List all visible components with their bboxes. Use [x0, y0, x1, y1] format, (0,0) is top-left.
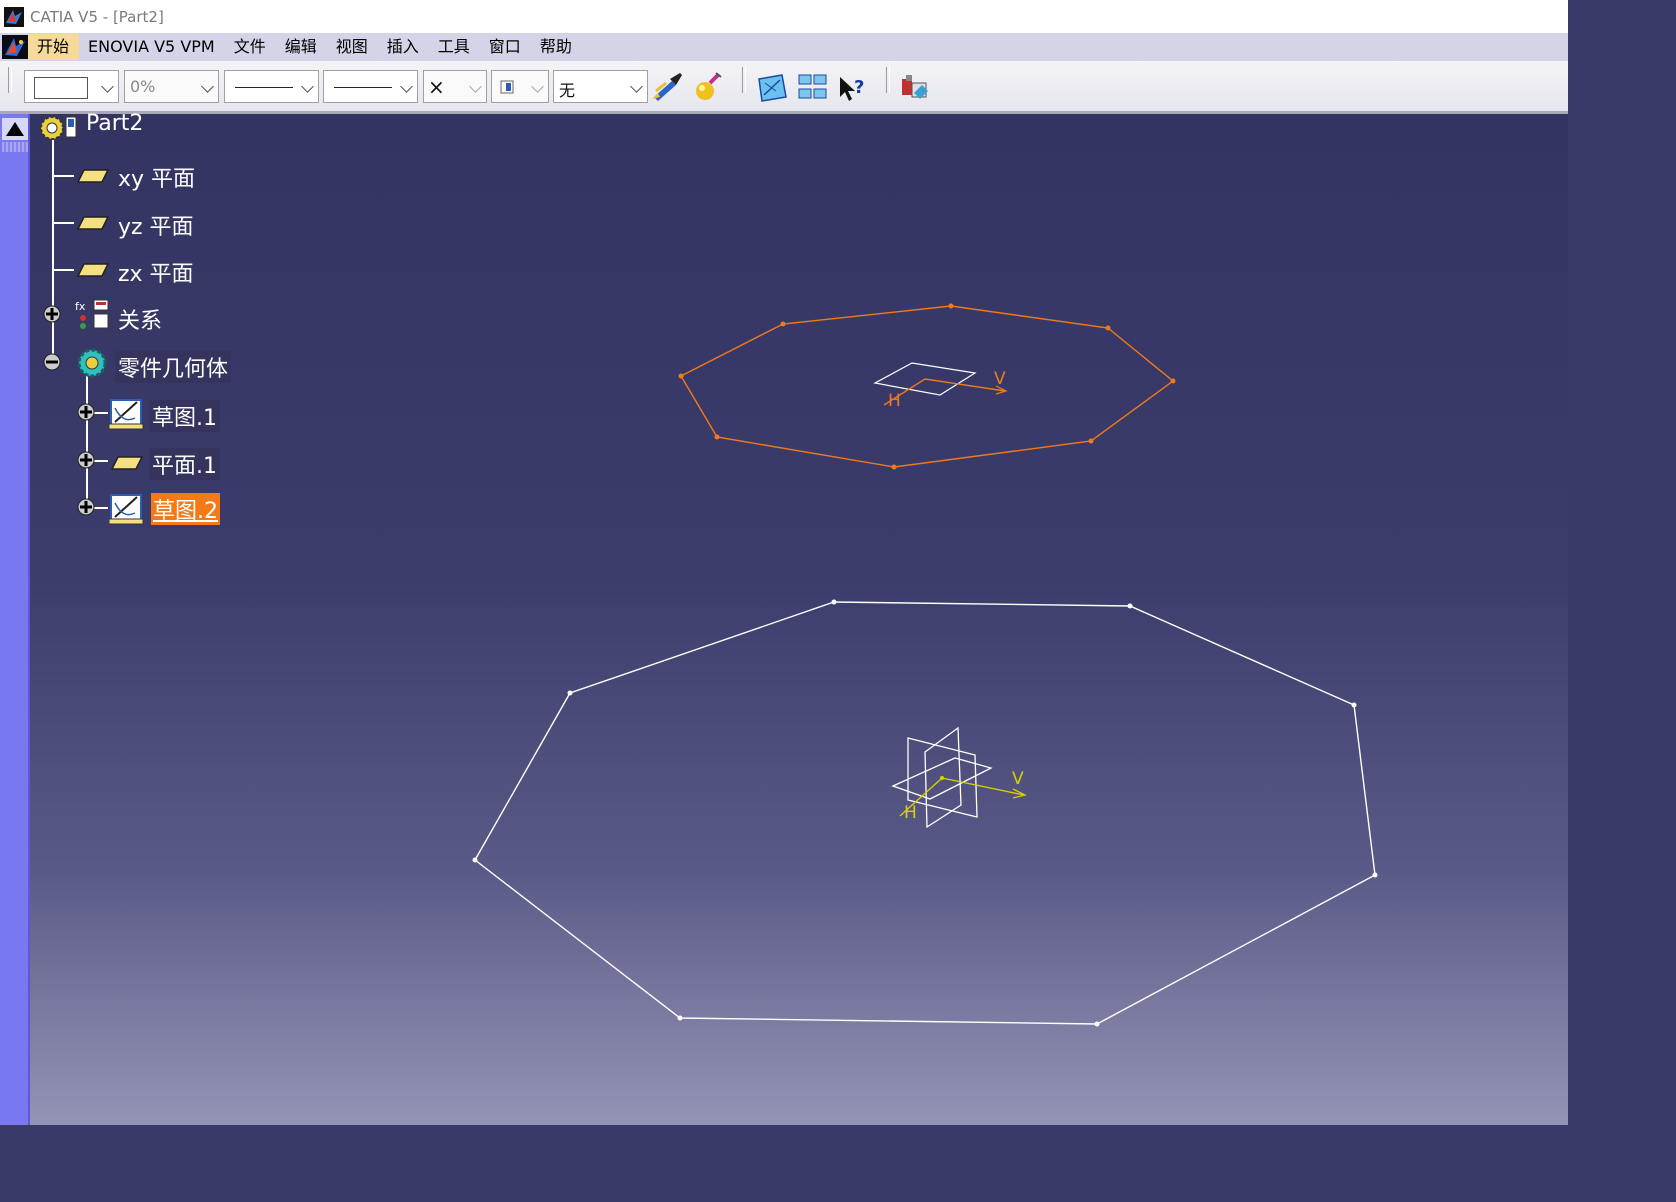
sketch-1-polygon[interactable]	[472, 599, 1378, 1027]
axis-label-h-2: H	[904, 803, 917, 823]
geometry-layer: V H V H	[472, 303, 1378, 1027]
tree-connector	[52, 175, 74, 177]
axis-label-v-2: V	[1012, 769, 1024, 789]
axis-label-h: H	[888, 391, 901, 411]
expand-plus-icon[interactable]	[77, 451, 95, 469]
sketch-2-axis: V H	[873, 362, 1008, 411]
sketch-icon[interactable]	[109, 396, 145, 430]
tree-item-plane-1[interactable]: 平面.1	[149, 448, 220, 480]
tree-item-zx-plane[interactable]: zx 平面	[118, 256, 194, 288]
tree-item-relations[interactable]: 关系	[118, 303, 162, 335]
tree-item-xy-plane[interactable]: xy 平面	[118, 161, 195, 193]
sketch-icon[interactable]	[109, 491, 145, 525]
part-body-icon[interactable]	[74, 346, 112, 380]
expand-plus-icon[interactable]	[43, 305, 61, 323]
plane-icon[interactable]	[110, 453, 146, 473]
svg-text:fx: fx	[75, 300, 86, 313]
plane-icon[interactable]	[76, 260, 112, 280]
tree-connector	[86, 375, 88, 509]
tree-item-sketch-2[interactable]: 草图.2	[151, 493, 220, 525]
collapse-minus-icon[interactable]	[43, 353, 61, 371]
tree-connector	[52, 222, 74, 224]
expand-plus-icon[interactable]	[77, 403, 95, 421]
tree-connector	[52, 269, 74, 271]
plane-icon[interactable]	[76, 213, 112, 233]
tree-root-label[interactable]: Part2	[86, 111, 143, 136]
tree-item-yz-plane[interactable]: yz 平面	[118, 209, 194, 241]
tree-item-sketch-1[interactable]: 草图.1	[149, 400, 220, 432]
axis-label-v: V	[994, 369, 1006, 389]
sketch-1-axis: V H	[899, 769, 1027, 823]
tree-connector	[52, 140, 54, 362]
plane-icon[interactable]	[76, 166, 112, 186]
tree-item-part-body[interactable]: 零件几何体	[115, 351, 232, 383]
part-icon[interactable]	[38, 113, 80, 143]
relations-icon[interactable]: fx	[74, 298, 112, 332]
sketch-2-polygon[interactable]	[678, 303, 1176, 470]
expand-plus-icon[interactable]	[77, 498, 95, 516]
